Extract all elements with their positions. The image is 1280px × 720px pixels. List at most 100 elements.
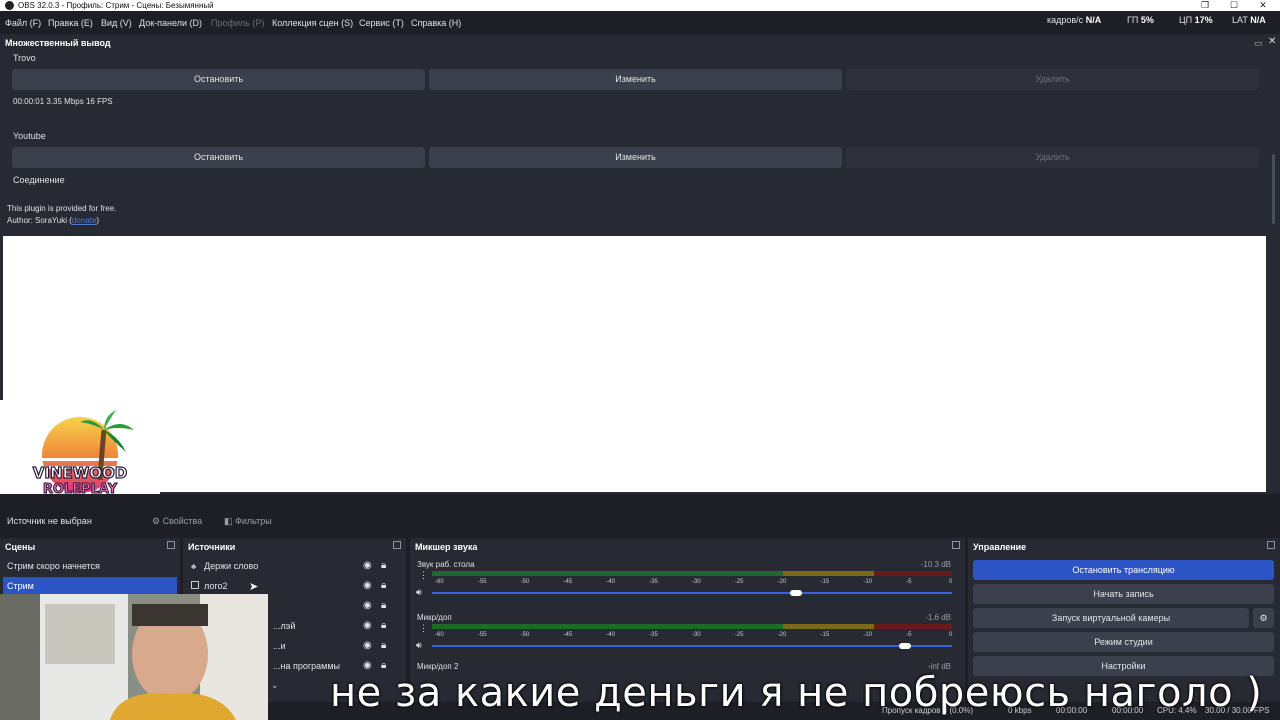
- window-titlebar: OBS 32.0.3 - Профиль: Стрим - Сцены: Без…: [0, 0, 1280, 11]
- sources-title: Источники: [188, 542, 236, 552]
- meter-tick-label: -45: [563, 632, 573, 638]
- menu-file[interactable]: Файл (F): [5, 18, 41, 28]
- edit-trovo-button[interactable]: Изменить: [429, 69, 842, 90]
- target-name-youtube: Youtube: [13, 131, 46, 141]
- lock-icon[interactable]: 🔒︎: [381, 561, 391, 571]
- cpu-stat: ЦП 17%: [1179, 15, 1213, 25]
- volume-meter-segment: [783, 624, 874, 629]
- no-source-label: Источник не выбран: [7, 516, 92, 526]
- scene-item-selected[interactable]: Стрим: [3, 577, 177, 595]
- menu-scene-collection[interactable]: Коллекция сцен (S): [272, 18, 353, 28]
- stop-youtube-button[interactable]: Остановить: [12, 147, 425, 168]
- dock-menu-icon[interactable]: [1267, 541, 1275, 549]
- logo-text-vinewood: VINEWOOD: [33, 464, 128, 482]
- close-dock-icon[interactable]: ✕: [1268, 36, 1276, 47]
- channel-name: Микр/доп: [417, 613, 452, 622]
- dock-menu-icon[interactable]: [167, 541, 175, 549]
- meter-tick-label: -30: [692, 579, 701, 585]
- gpu-stat: ГП 5%: [1127, 15, 1154, 25]
- chevron-down-icon[interactable]: ⌄: [271, 680, 279, 691]
- meter-tick-label: -55: [477, 579, 487, 585]
- scrollbar[interactable]: [1272, 154, 1275, 224]
- filters-button[interactable]: ◧ Фильтры: [224, 516, 272, 527]
- scene-item[interactable]: Стрим скоро начнется: [3, 557, 177, 575]
- studio-mode-button[interactable]: Режим студии: [973, 632, 1274, 652]
- meter-tick-label: 0: [949, 579, 953, 585]
- channel-name: Звук раб. стола: [417, 560, 475, 569]
- stop-stream-button[interactable]: Остановить трансляцию: [973, 560, 1274, 580]
- meter-tick-label: -15: [820, 632, 830, 638]
- plugin-note: This plugin is provided for free.: [7, 204, 117, 213]
- window-title: OBS 32.0.3 - Профиль: Стрим - Сцены: Без…: [18, 1, 214, 10]
- volume-slider[interactable]: [432, 592, 952, 594]
- menu-bar: Файл (F) Правка (E) Вид (V) Док-панели (…: [0, 14, 1280, 33]
- meter-tick-label: -15: [820, 579, 830, 585]
- edit-youtube-button[interactable]: Изменить: [429, 147, 842, 168]
- channel-menu-icon[interactable]: ⋮: [419, 570, 428, 581]
- lock-icon[interactable]: 🔒︎: [381, 601, 391, 611]
- visibility-eye-icon[interactable]: ◉: [363, 641, 373, 651]
- volume-slider-handle[interactable]: [899, 643, 912, 649]
- stop-trovo-button[interactable]: Остановить: [12, 69, 425, 90]
- lock-icon[interactable]: 🔒︎: [381, 641, 391, 651]
- meter-tick-label: -10: [863, 579, 872, 585]
- visibility-eye-icon[interactable]: ◉: [363, 581, 373, 591]
- dock-menu-icon[interactable]: [393, 541, 401, 549]
- volume-slider-handle[interactable]: [790, 590, 802, 596]
- source-item[interactable]: лого2: [189, 577, 389, 595]
- dock-title: Множественный вывод: [5, 38, 111, 48]
- visibility-eye-icon[interactable]: ◉: [363, 561, 373, 571]
- visibility-eye-icon[interactable]: ◉: [363, 601, 373, 611]
- subtitle-caption: не за какие деньги я не побреюсь наголо …: [330, 670, 1263, 716]
- float-icon[interactable]: ▭: [1254, 38, 1263, 49]
- close-icon[interactable]: ✕: [1248, 0, 1278, 11]
- plugin-author: Author: SoraYuki (donate): [7, 216, 100, 225]
- meter-tick-label: -25: [734, 579, 744, 585]
- channel-db: -10.3 dB: [920, 560, 951, 569]
- donate-link[interactable]: donate: [72, 216, 96, 225]
- virtual-camera-settings-gear-icon[interactable]: ⚙: [1253, 608, 1274, 628]
- scenes-title: Сцены: [5, 542, 36, 552]
- maximize-icon[interactable]: ☐: [1219, 0, 1249, 11]
- meter-tick-label: -30: [692, 632, 701, 638]
- source-item[interactable]: Держи слово: [189, 557, 389, 575]
- meter-tick-label: -60: [435, 579, 444, 585]
- restore-icon[interactable]: ❐: [1190, 0, 1220, 11]
- fps-stat: кадров/с N/A: [1047, 15, 1102, 25]
- controls-title: Управление: [973, 542, 1027, 552]
- trovo-status: 00:00:01 3.35 Mbps 16 FPS: [13, 97, 113, 106]
- speaker-icon[interactable]: 🔊︎: [416, 587, 422, 598]
- meter-tick-label: -35: [649, 632, 658, 638]
- group-icon: ♣: [191, 562, 197, 571]
- meter-tick-label: -10: [863, 632, 872, 638]
- preview-canvas[interactable]: [3, 236, 1266, 492]
- volume-slider[interactable]: [432, 645, 952, 647]
- menu-tools[interactable]: Сервис (T): [359, 18, 404, 28]
- menu-view[interactable]: Вид (V): [101, 18, 132, 28]
- delete-trovo-button[interactable]: Удалить: [846, 69, 1259, 90]
- menu-help[interactable]: Справка (H): [411, 18, 461, 28]
- source-context-bar: Источник не выбран ⚙ Свойства ◧ Фильтры: [0, 494, 1280, 538]
- properties-button[interactable]: ⚙ Свойства: [152, 516, 202, 527]
- visibility-eye-icon[interactable]: ◉: [363, 621, 373, 631]
- meter-tick-label: -5: [906, 632, 912, 638]
- channel-menu-icon[interactable]: ⋮: [419, 623, 428, 634]
- menu-docks[interactable]: Док-панели (D): [139, 18, 202, 28]
- menu-profile[interactable]: Профиль (P): [211, 18, 264, 28]
- start-record-button[interactable]: Начать запись: [973, 584, 1274, 604]
- meter-tick-label: -45: [563, 579, 573, 585]
- delete-youtube-button[interactable]: Удалить: [846, 147, 1259, 168]
- dock-menu-icon[interactable]: [952, 541, 960, 549]
- speaker-icon[interactable]: 🔊︎: [416, 640, 422, 651]
- virtual-camera-button[interactable]: Запуск виртуальной камеры: [973, 608, 1249, 628]
- lock-icon[interactable]: 🔒︎: [381, 581, 391, 591]
- menu-edit[interactable]: Правка (E): [48, 18, 93, 28]
- meter-tick-label: -40: [606, 632, 615, 638]
- channel-db: -1.6 dB: [925, 613, 951, 622]
- lock-icon[interactable]: 🔒︎: [381, 621, 391, 631]
- filter-icon: ◧: [224, 516, 233, 526]
- meter-tick-label: -20: [777, 632, 787, 638]
- webcam-overlay: [0, 594, 268, 720]
- image-icon: [191, 581, 199, 589]
- obs-logo-icon: [5, 1, 14, 10]
